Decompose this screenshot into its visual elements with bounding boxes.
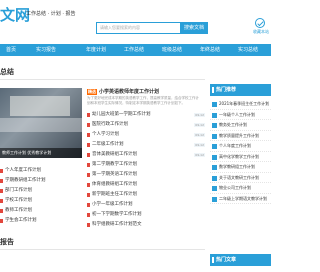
sidebar-item[interactable]: 数学教研组工作计划 bbox=[210, 162, 271, 173]
list-item[interactable]: 个人年度工作计划 bbox=[0, 166, 82, 176]
document-icon bbox=[87, 133, 90, 137]
list-item[interactable]: 部门工作计划 bbox=[0, 186, 82, 196]
feature-image-band bbox=[0, 118, 82, 132]
main-nav: 首页 实习报告 年度计划 工作总结 班级总结 年终总结 实习总结 bbox=[0, 44, 271, 56]
bullet-icon bbox=[212, 186, 217, 191]
sidebar-item[interactable]: 一年级个人工作计划 bbox=[210, 110, 271, 120]
list-item[interactable]: 二年级工作计划 09-12 bbox=[87, 140, 205, 150]
list-item[interactable]: 教师工作计划 bbox=[0, 206, 82, 216]
feature-image-board bbox=[10, 96, 70, 116]
list-item[interactable]: 小学一年级工作计划 bbox=[87, 200, 205, 210]
bullet-icon bbox=[212, 154, 217, 160]
sidebar-item[interactable]: 教务处工作计划 bbox=[210, 120, 271, 131]
site-header: 文网 工作总结 · 计划 · 报告 请输入您要搜索的内容 搜索文档 收藏本站 bbox=[0, 0, 271, 40]
list-item[interactable]: 音体美教研组工作计划 09-12 bbox=[87, 150, 205, 160]
document-icon bbox=[87, 123, 90, 127]
list-item[interactable]: 学生会工作计划 bbox=[0, 216, 82, 226]
document-icon bbox=[87, 113, 90, 117]
document-icon bbox=[0, 169, 3, 173]
featured-title[interactable]: 精选 小学英语教师年度工作计划 bbox=[87, 88, 159, 95]
section-divider bbox=[0, 249, 205, 250]
document-icon bbox=[0, 209, 3, 213]
sidebar-item[interactable]: 二年级上学期语文教学计划 bbox=[210, 194, 271, 204]
favorite-button[interactable]: 收藏本站 bbox=[253, 18, 269, 35]
sidebar-title-2: 热门文章 bbox=[210, 254, 271, 266]
document-icon bbox=[0, 189, 3, 193]
document-icon bbox=[87, 213, 90, 217]
site-slogan: 工作总结 · 计划 · 报告 bbox=[26, 11, 76, 17]
bullet-icon bbox=[212, 123, 217, 128]
featured-badge: 精选 bbox=[87, 89, 97, 95]
sidebar-list: 2021年春季班主任工作计划 一年级个人工作计划 教务处工作计划 教学质量提升工… bbox=[210, 99, 271, 204]
list-item[interactable]: 幼儿园大班第一学期工作计划 09-12 bbox=[87, 110, 205, 120]
sidebar-item[interactable]: 个人年度工作计划 bbox=[210, 141, 271, 152]
sidebar-item[interactable]: 教学质量提升工作计划 bbox=[210, 131, 271, 141]
nav-item-class-summary[interactable]: 班级总结 bbox=[162, 44, 182, 56]
section-divider bbox=[0, 79, 205, 80]
sidebar-item[interactable]: 高中化学教学工作计划 bbox=[210, 152, 271, 162]
document-icon bbox=[0, 199, 3, 203]
list-item[interactable]: 医院行政工作计划 09-12 bbox=[87, 120, 205, 130]
document-icon bbox=[87, 183, 90, 187]
nav-item-internship-report[interactable]: 实习报告 bbox=[36, 44, 56, 56]
bullet-icon bbox=[212, 165, 217, 170]
document-icon bbox=[87, 203, 90, 207]
document-icon bbox=[87, 173, 90, 177]
document-icon bbox=[87, 163, 90, 167]
search-input[interactable]: 请输入您要搜索的内容 bbox=[96, 22, 180, 34]
nav-item-internship-summary[interactable]: 实习总结 bbox=[238, 44, 258, 56]
sidebar-item[interactable]: 关于语文教研工作计划 bbox=[210, 173, 271, 183]
list-item[interactable]: 第一学期英语工作计划 bbox=[87, 170, 205, 180]
list-item[interactable]: 新学期班主任工作计划 bbox=[87, 190, 205, 200]
list-item[interactable]: 学期教研组工作计划 bbox=[0, 176, 82, 186]
nav-item-year-end-summary[interactable]: 年终总结 bbox=[200, 44, 220, 56]
document-icon bbox=[0, 219, 3, 223]
document-icon bbox=[0, 179, 3, 183]
section-title: 总结 bbox=[0, 68, 14, 76]
list-item[interactable]: 学校工作计划 bbox=[0, 196, 82, 206]
sidebar-item[interactable]: 2021年春季班主任工作计划 bbox=[210, 99, 271, 110]
list-item[interactable]: 第二学期教学工作计划 bbox=[87, 160, 205, 170]
nav-item-work-summary[interactable]: 工作总结 bbox=[124, 44, 144, 56]
featured-description: 为了更好地完成本学期的英语教学工作，提高教学质量，结合学校工作计划和本班学生实际… bbox=[87, 96, 199, 105]
document-icon bbox=[87, 193, 90, 197]
title-bar-icon bbox=[212, 87, 214, 93]
bullet-icon bbox=[212, 112, 217, 118]
sidebar-item[interactable]: 物业公司工作计划 bbox=[210, 183, 271, 194]
featured-title-text: 小学英语教师年度工作计划 bbox=[99, 89, 160, 95]
article-list-right: 第二学期教学工作计划 第一学期英语工作计划 体育组教研组工作计划 新学期班主任工… bbox=[87, 160, 205, 230]
document-icon bbox=[87, 143, 90, 147]
feature-caption[interactable]: 教师工作计划 优秀教学计划 bbox=[0, 148, 82, 158]
document-icon bbox=[87, 153, 90, 157]
list-item[interactable]: 体育组教研组工作计划 bbox=[87, 180, 205, 190]
document-icon bbox=[87, 223, 90, 227]
section-title-reports: 报告 bbox=[0, 238, 14, 246]
favorite-label: 收藏本站 bbox=[253, 29, 269, 34]
title-bar-icon bbox=[212, 257, 214, 263]
list-item[interactable]: 初一下学期数学工作计划 bbox=[87, 210, 205, 220]
bullet-icon bbox=[212, 102, 217, 107]
nav-item-home[interactable]: 首页 bbox=[6, 44, 16, 56]
article-list: 幼儿园大班第一学期工作计划 09-12 医院行政工作计划 09-12 个人学习计划 0… bbox=[87, 110, 205, 160]
list-item[interactable]: 科学组教研工作计划范文 bbox=[87, 220, 205, 230]
bullet-icon bbox=[212, 133, 217, 139]
bullet-icon bbox=[212, 175, 217, 181]
bullet-icon bbox=[212, 144, 217, 149]
list-item[interactable]: 个人学习计划 09-12 bbox=[87, 130, 205, 140]
search-button[interactable]: 搜索文档 bbox=[180, 22, 208, 34]
sidebar-title: 热门推荐 bbox=[210, 84, 271, 96]
article-list-left: 个人年度工作计划 学期教研组工作计划 部门工作计划 学校工作计划 教师工作计划 … bbox=[0, 166, 82, 226]
bullet-icon bbox=[212, 196, 217, 202]
check-circle-icon bbox=[255, 18, 265, 28]
nav-item-annual-plan[interactable]: 年度计划 bbox=[86, 44, 106, 56]
